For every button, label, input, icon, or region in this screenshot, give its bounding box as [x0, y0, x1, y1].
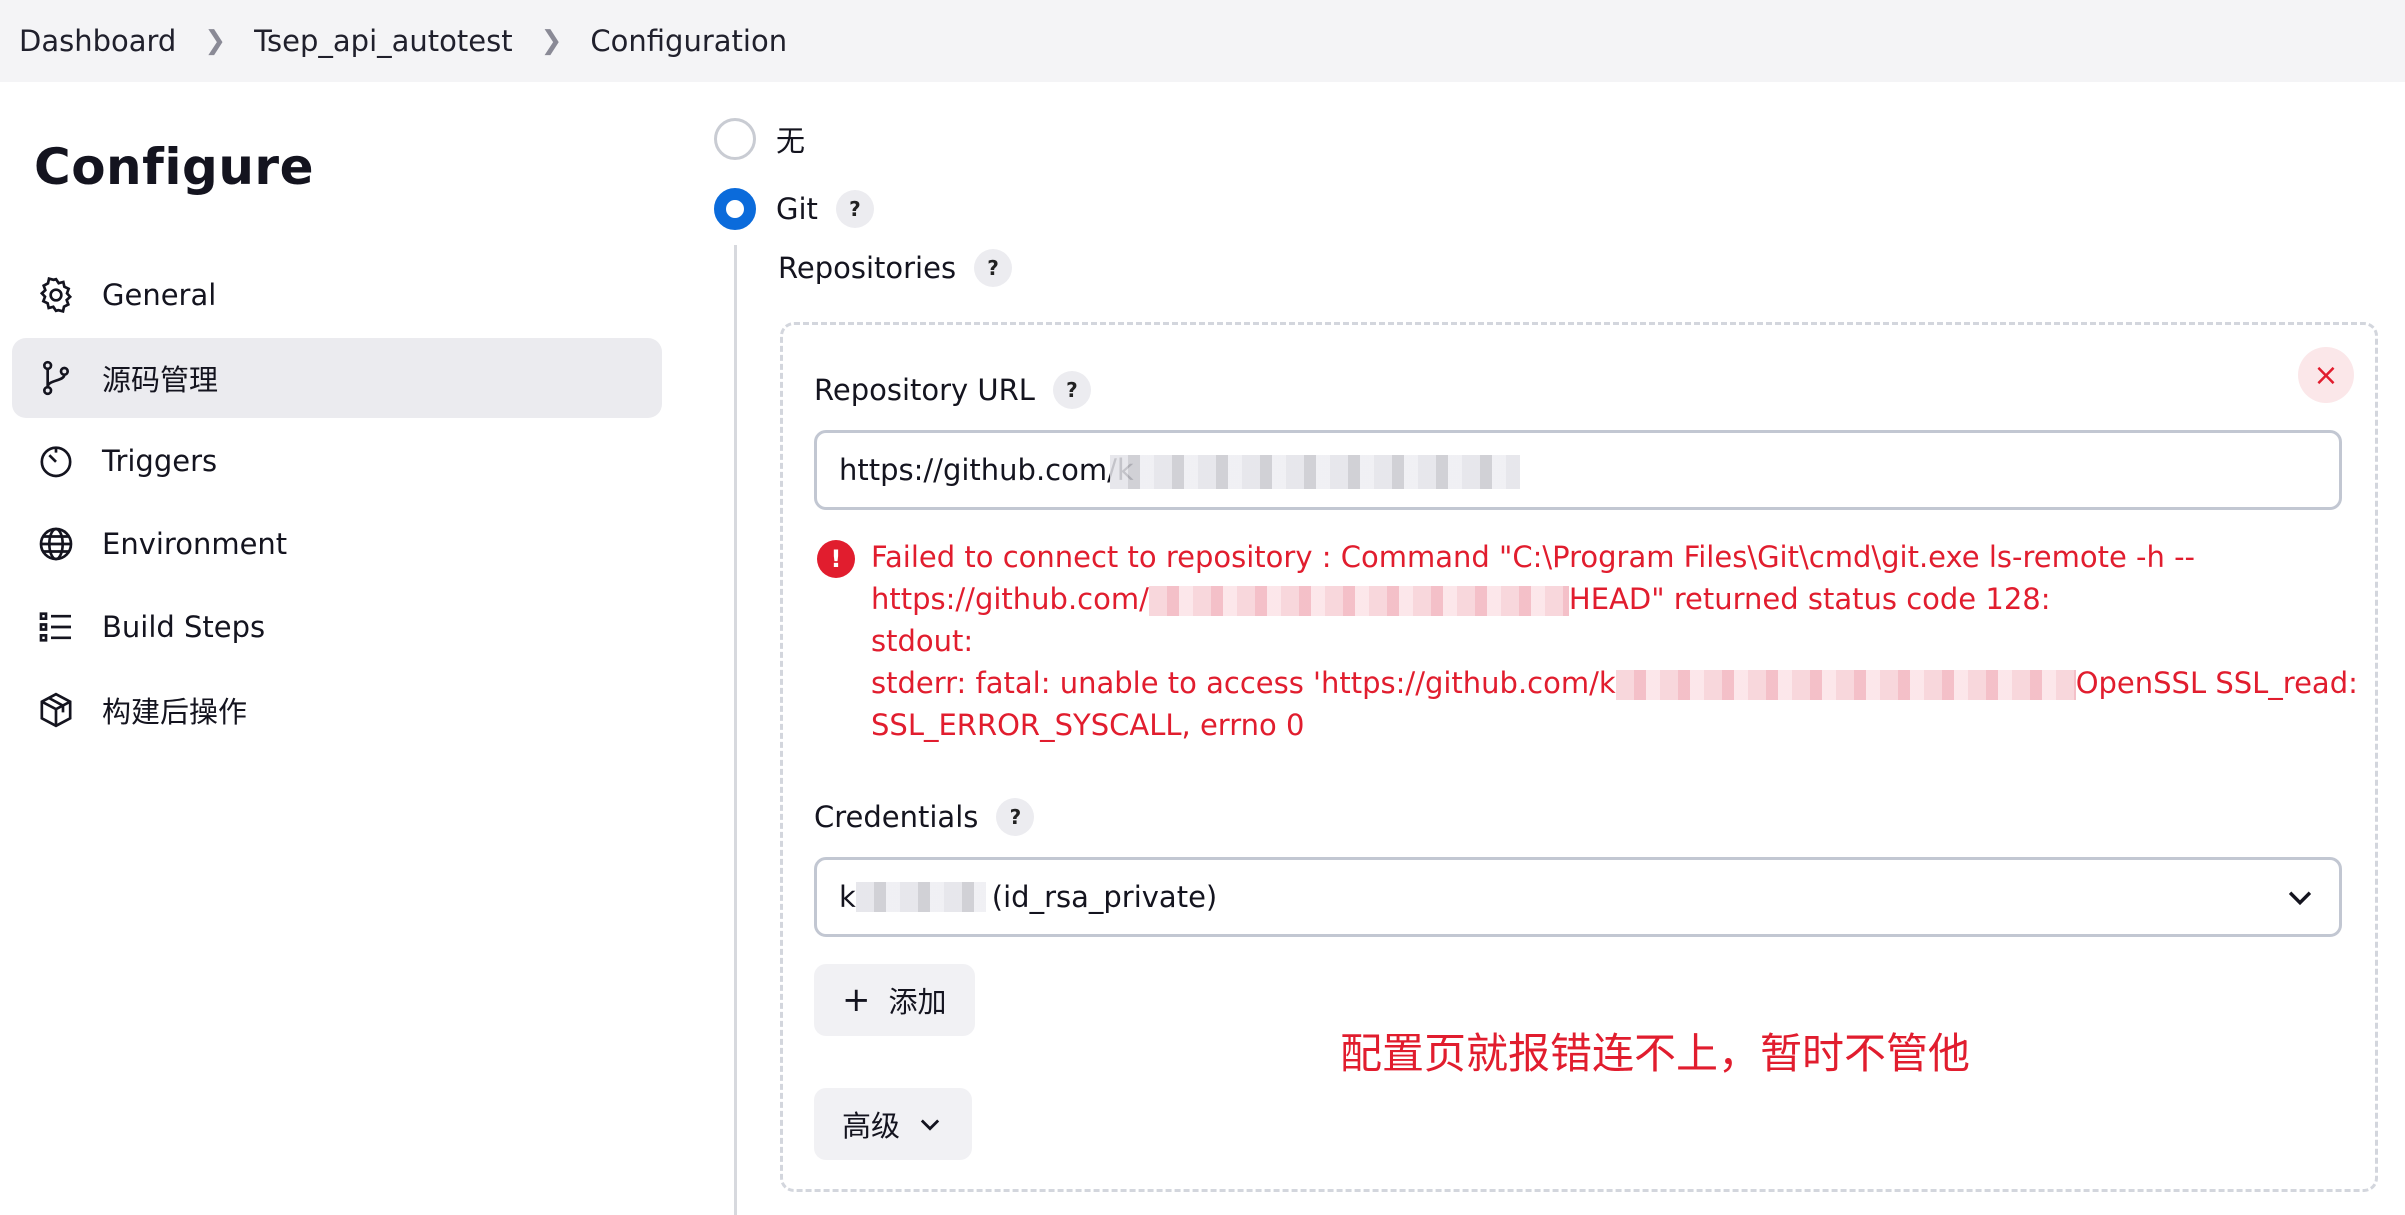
error-line: https://github.com/ [871, 582, 1149, 616]
help-icon[interactable]: ? [1052, 371, 1091, 409]
redacted-text [855, 882, 986, 912]
sidebar-item-label: 构建后操作 [102, 695, 248, 729]
redacted-text [1148, 586, 1569, 616]
repository-url-label: Repository URL [814, 373, 1035, 407]
sidebar-item-post-build[interactable]: 构建后操作 [12, 670, 662, 750]
sidebar-item-general[interactable]: General [12, 255, 662, 335]
section-divider [734, 245, 737, 1215]
error-line: stdout: [871, 624, 974, 658]
advanced-button[interactable]: 高级 [814, 1088, 973, 1160]
error-line: OpenSSL SSL_read: [2075, 666, 2358, 700]
repositories-label: Repositories [778, 251, 957, 285]
breadcrumb-job[interactable]: Tsep_api_autotest [254, 24, 512, 58]
help-icon[interactable]: ? [996, 798, 1035, 836]
breadcrumb-configuration[interactable]: Configuration [590, 24, 787, 58]
error-line: SSL_ERROR_SYSCALL, errno 0 [871, 708, 1305, 742]
error-line: stderr: fatal: unable to access 'https:/… [871, 666, 1616, 700]
close-icon[interactable]: × [2298, 347, 2354, 403]
credentials-value: (id_rsa_private) [991, 880, 1218, 914]
chevron-right-icon: ❯ [540, 26, 563, 56]
chevron-down-icon [2288, 891, 2312, 906]
credentials-label-row: Credentials ? [814, 798, 1035, 836]
scm-option-none[interactable]: 无 [714, 118, 805, 160]
sidebar-item-label: Build Steps [102, 610, 266, 644]
repositories-label-row: Repositories ? [778, 249, 1013, 287]
radio-none[interactable] [714, 118, 756, 160]
annotation-text: 配置页就报错连不上，暂时不管他 [1340, 1029, 1971, 1078]
page-title: Configure [34, 138, 314, 196]
chevron-right-icon: ❯ [204, 26, 227, 56]
sidebar-item-label: 源码管理 [102, 363, 219, 397]
globe-icon [36, 524, 76, 564]
repository-url-input[interactable] [814, 430, 2342, 510]
timer-icon [36, 441, 76, 481]
sidebar-item-environment[interactable]: Environment [12, 504, 662, 584]
error-line: HEAD" returned status code 128: [1568, 582, 2051, 616]
scm-option-label: Git [776, 192, 818, 226]
list-icon [36, 607, 76, 647]
plus-icon: + [842, 980, 871, 1020]
add-credentials-button[interactable]: + 添加 [814, 964, 975, 1036]
advanced-button-label: 高级 [842, 1109, 901, 1143]
help-icon[interactable]: ? [974, 249, 1013, 287]
redacted-text [1615, 670, 2076, 700]
credentials-select[interactable]: k (id_rsa_private) [814, 857, 2342, 937]
radio-git[interactable] [714, 188, 756, 230]
chevron-down-icon [920, 1119, 940, 1131]
sidebar-item-triggers[interactable]: Triggers [12, 421, 662, 501]
credentials-prefix: k [839, 880, 856, 914]
repository-url-label-row: Repository URL ? [814, 371, 1091, 409]
package-icon [36, 690, 76, 730]
add-button-label: 添加 [888, 985, 947, 1019]
redacted-text [1110, 455, 1520, 489]
error-icon: ! [817, 540, 855, 578]
help-icon[interactable]: ? [835, 190, 874, 228]
sidebar-item-label: Environment [102, 527, 288, 561]
scm-option-label: 无 [776, 124, 806, 158]
gear-icon [36, 275, 76, 315]
sidebar-nav: General 源码管理 Triggers Environment Build … [12, 255, 662, 753]
breadcrumb: Dashboard ❯ Tsep_api_autotest ❯ Configur… [0, 0, 2405, 82]
breadcrumb-dashboard[interactable]: Dashboard [19, 24, 176, 58]
sidebar-item-scm[interactable]: 源码管理 [12, 338, 662, 418]
credentials-label: Credentials [814, 800, 979, 834]
sidebar-item-label: Triggers [102, 444, 218, 478]
error-line: Failed to connect to repository : Comman… [871, 540, 2196, 574]
scm-option-git[interactable]: Git ? [714, 188, 874, 230]
sidebar-item-build-steps[interactable]: Build Steps [12, 587, 662, 667]
sidebar-item-label: General [102, 278, 217, 312]
git-branch-icon [36, 358, 76, 398]
